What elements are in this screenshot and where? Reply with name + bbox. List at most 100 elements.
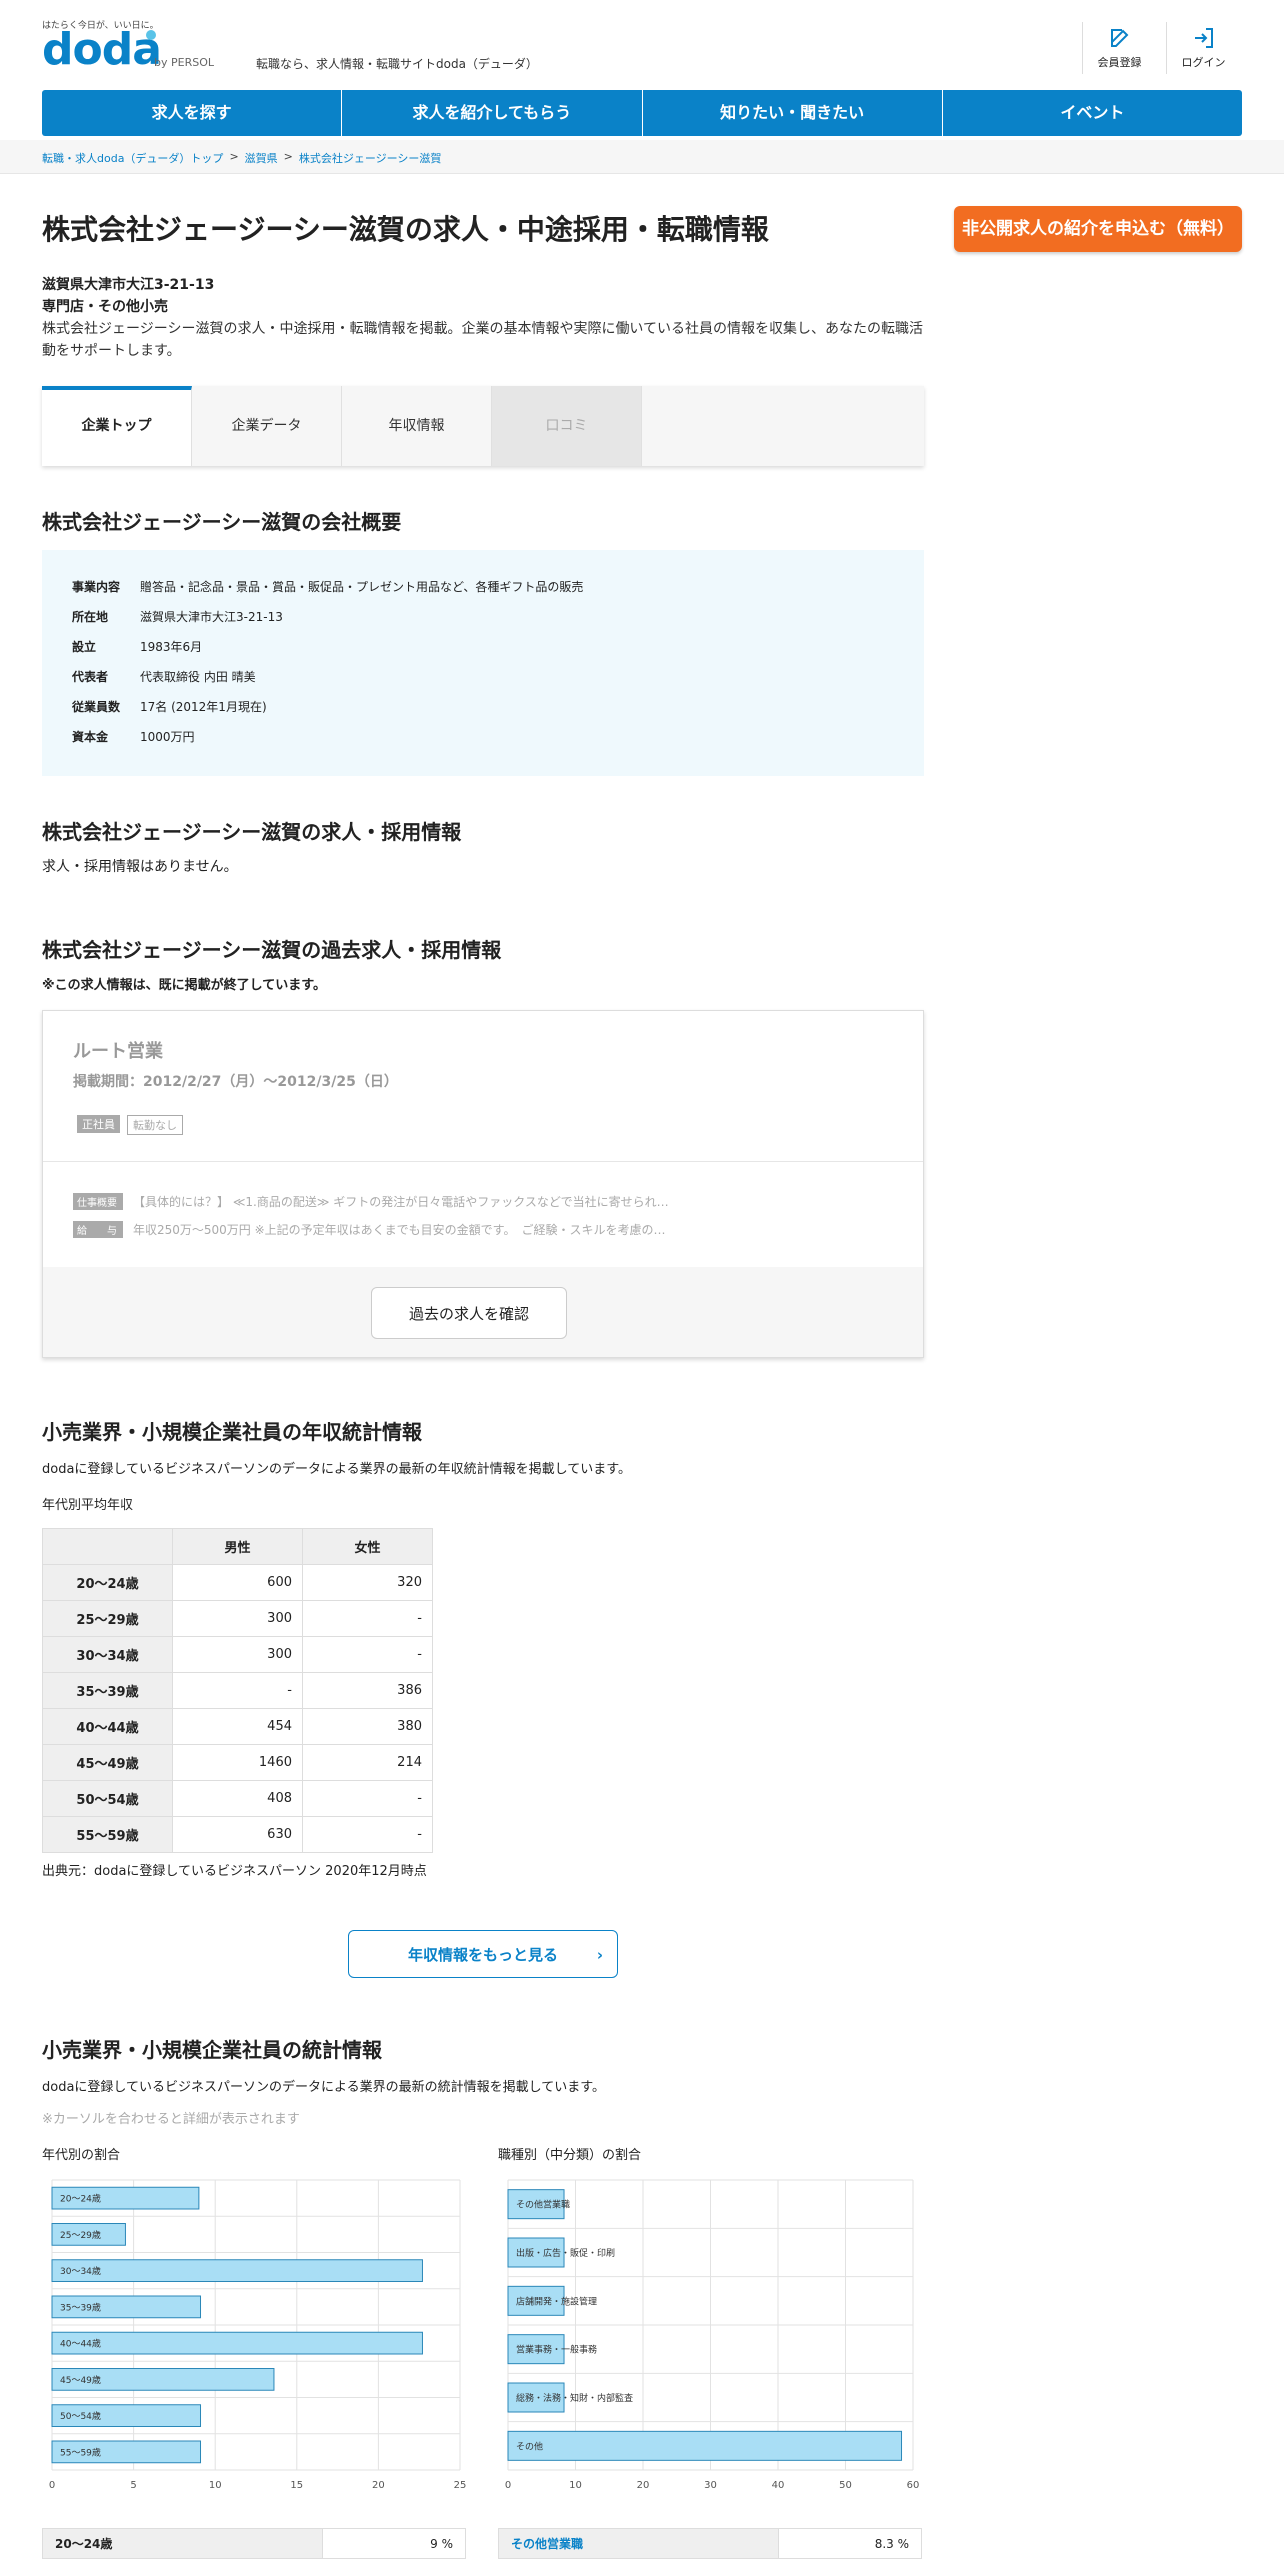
stats-heading: 小売業界・小規模企業社員の統計情報 — [42, 2038, 382, 2062]
login-icon — [1194, 28, 1213, 48]
age-ratio-chart: 0 5 10 15 20 25 20～24歳 25～29歳 30～34歳 35～39歳 40～44歳… — [49, 2179, 467, 2491]
bar-category-label: 営業事務・一般事務 — [516, 2344, 597, 2356]
x-tick-label: 10 — [209, 2480, 222, 2491]
past-job-card[interactable]: ルート営業 掲載期間：2012/2/27（月）～2012/3/25（日） 正社員… — [42, 1010, 924, 1358]
x-tick-label: 60 — [907, 2480, 920, 2491]
no-transfer-badge: 転勤なし — [127, 1115, 183, 1135]
overview-box: 事業内容 贈答品・記念品・景品・賞品・販促品・プレゼント用品など、各種ギフト品の販… — [42, 550, 924, 776]
overview-row: 代表者 代表取締役 内田 晴美 — [72, 670, 256, 684]
bar-category-label: 45～49歳 — [60, 2374, 101, 2386]
overview-row: 設立 1983年6月 — [72, 640, 203, 654]
past-job-period: 掲載期間：2012/2/27（月）～2012/3/25（日） — [73, 1074, 398, 1090]
table-row: 55～59歳 630- — [42, 1816, 433, 1853]
x-tick-label: 0 — [49, 2480, 55, 2491]
x-tick-label: 0 — [505, 2480, 511, 2491]
x-tick-label: 20 — [372, 2480, 385, 2491]
chart-bar[interactable] — [51, 2331, 423, 2355]
x-tick-label: 5 — [130, 2480, 136, 2491]
view-past-jobs-button[interactable]: 過去の求人を確認 — [371, 1287, 567, 1339]
bar-category-label: 50～54歳 — [60, 2410, 101, 2422]
table-row: 45～49歳 1460 214 — [42, 1744, 433, 1781]
job-chart-caption: 職種別（中分類）の割合 — [498, 2148, 642, 2163]
tab-salary-info[interactable]: 年収情報 — [342, 386, 492, 466]
breadcrumb-prefecture[interactable]: 滋賀県 — [245, 150, 278, 166]
bar-category-label: 35～39歳 — [60, 2301, 101, 2313]
chart-bar[interactable] — [51, 2259, 423, 2282]
table-row: 30～34歳 300- — [42, 1636, 433, 1673]
job-ratio-chart: 0 10 20 30 40 50 60 その他営業職出版・広告・販促・印刷店舗開発・施設管理営… — [505, 2179, 920, 2491]
register-label: 会員登録 — [1097, 56, 1142, 69]
nav-search-jobs[interactable]: 求人を探す — [42, 90, 343, 136]
x-tick-label: 30 — [704, 2480, 717, 2491]
past-jobs-heading: 株式会社ジェージーシー滋賀の過去求人・採用情報 — [42, 938, 502, 962]
x-tick-label: 25 — [454, 2480, 467, 2491]
past-job-salary: 給 与年収250万～500万円 ※上記の予定年収はあくまでも目安の金額です。 ご… — [73, 1221, 665, 1238]
company-address: 滋賀県大津市大江3-21-13 — [42, 277, 215, 293]
salary-description: dodaに登録しているビジネスパーソンのデータによる業界の最新の年収統計情報を掲… — [42, 1462, 631, 1477]
bar-category-label: その他営業職 — [516, 2199, 570, 2211]
private-jobs-cta-button[interactable]: 非公開求人の紹介を申込む（無料） — [954, 206, 1242, 252]
bar-category-label: その他 — [516, 2440, 543, 2452]
overview-row: 所在地 滋賀県大津市大江3-21-13 — [72, 610, 283, 624]
jobs-heading: 株式会社ジェージーシー滋賀の求人・採用情報 — [42, 820, 462, 844]
table-row: 40～44歳 454 380 — [42, 1708, 433, 1745]
register-button[interactable]: 会員登録 — [1082, 22, 1156, 74]
salary-table-caption: 年代別平均年収 — [42, 1498, 134, 1513]
table-row: 50～54歳 408- — [42, 1780, 433, 1817]
bar-category-label: 55～59歳 — [60, 2446, 101, 2458]
table-header-row: 男性 女性 — [42, 1528, 433, 1565]
overview-row: 従業員数 17名 (2012年1月現在) — [72, 700, 267, 714]
table-row: 25～29歳 300- — [42, 1600, 433, 1637]
past-job-title: ルート営業 — [73, 1041, 163, 1062]
no-jobs-text: 求人・採用情報はありません。 — [42, 859, 238, 875]
table-row[interactable]: その他営業職 8.3 % — [498, 2528, 922, 2559]
breadcrumb-company[interactable]: 株式会社ジェージーシー滋賀 — [299, 150, 442, 166]
logo-accent-icon — [146, 30, 156, 40]
bar-category-label: 20～24歳 — [60, 2193, 101, 2205]
table-row: 20～24歳 600 320 — [42, 1564, 433, 1601]
x-tick-label: 40 — [772, 2480, 785, 2491]
divider — [43, 1161, 923, 1162]
age-chart-caption: 年代別の割合 — [42, 2148, 121, 2163]
main-nav: 求人を探す 求人を紹介してもらう 知りたい・聞きたい イベント — [42, 90, 1242, 136]
logo-by-persol: by PERSOL — [154, 56, 214, 69]
more-salary-button[interactable]: 年収情報をもっと見る › — [348, 1930, 618, 1978]
past-job-summary: 仕事概要 【具体的には？】 ≪1.商品の配送≫ ギフトの発注が日々電話やファックス… — [73, 1193, 669, 1210]
nav-job-referral[interactable]: 求人を紹介してもらう — [342, 90, 643, 136]
age-ratio-table: 20～24歳 9 % — [42, 2528, 466, 2559]
overview-row: 事業内容 贈答品・記念品・景品・賞品・販促品・プレゼント用品など、各種ギフト品の販… — [72, 580, 584, 594]
bar-category-label: 30～34歳 — [60, 2265, 101, 2277]
past-job-footer: 過去の求人を確認 — [43, 1267, 923, 1357]
stats-hint: ※カーソルを合わせると詳細が表示されます — [42, 2112, 300, 2127]
bar-category-label: 出版・広告・販促・印刷 — [516, 2247, 615, 2259]
tab-reviews: 口コミ — [492, 386, 642, 466]
company-industry: 専門店・その他小売 — [42, 299, 168, 315]
bar-category-label: 25～29歳 — [60, 2229, 101, 2241]
nav-knowledge[interactable]: 知りたい・聞きたい — [643, 90, 943, 136]
x-tick-label: 15 — [290, 2480, 303, 2491]
header-description: 転職なら、求人情報・転職サイトdoda（デューダ） — [256, 57, 538, 71]
bar-category-label: 総務・法務・知財・内部監査 — [516, 2392, 633, 2404]
chevron-right-icon: › — [596, 1946, 603, 1964]
stats-description: dodaに登録しているビジネスパーソンのデータによる業界の最新の統計情報を掲載し… — [42, 2080, 605, 2095]
chart-bar[interactable] — [507, 2430, 903, 2461]
nav-events[interactable]: イベント — [943, 90, 1242, 136]
login-button[interactable]: ログイン — [1166, 22, 1240, 74]
past-jobs-note: ※この求人情報は、既に掲載が終了しています。 — [42, 978, 326, 993]
table-row[interactable]: 20～24歳 9 % — [42, 2528, 466, 2559]
overview-row: 資本金 1000万円 — [72, 730, 195, 744]
doda-logo[interactable]: doda — [42, 26, 162, 74]
col-male: 男性 — [172, 1528, 303, 1565]
tab-company-top[interactable]: 企業トップ — [42, 386, 192, 466]
salary-source: 出典元：dodaに登録しているビジネスパーソン 2020年12月時点 — [42, 1864, 427, 1879]
bar-category-label: 40～44歳 — [60, 2338, 101, 2350]
bar-category-label: 店舗開発・施設管理 — [516, 2295, 597, 2307]
x-tick-label: 10 — [569, 2480, 582, 2491]
tab-company-data[interactable]: 企業データ — [192, 386, 342, 466]
company-tabs: 企業トップ 企業データ 年収情報 口コミ — [42, 386, 924, 466]
col-female: 女性 — [302, 1528, 433, 1565]
breadcrumb-top[interactable]: 転職・求人doda（デューダ）トップ — [42, 150, 223, 166]
table-row: 35～39歳 -386 — [42, 1672, 433, 1709]
breadcrumb: 転職・求人doda（デューダ）トップ > 滋賀県 > 株式会社ジェージーシー滋賀 — [42, 150, 442, 166]
login-label: ログイン — [1181, 56, 1226, 69]
